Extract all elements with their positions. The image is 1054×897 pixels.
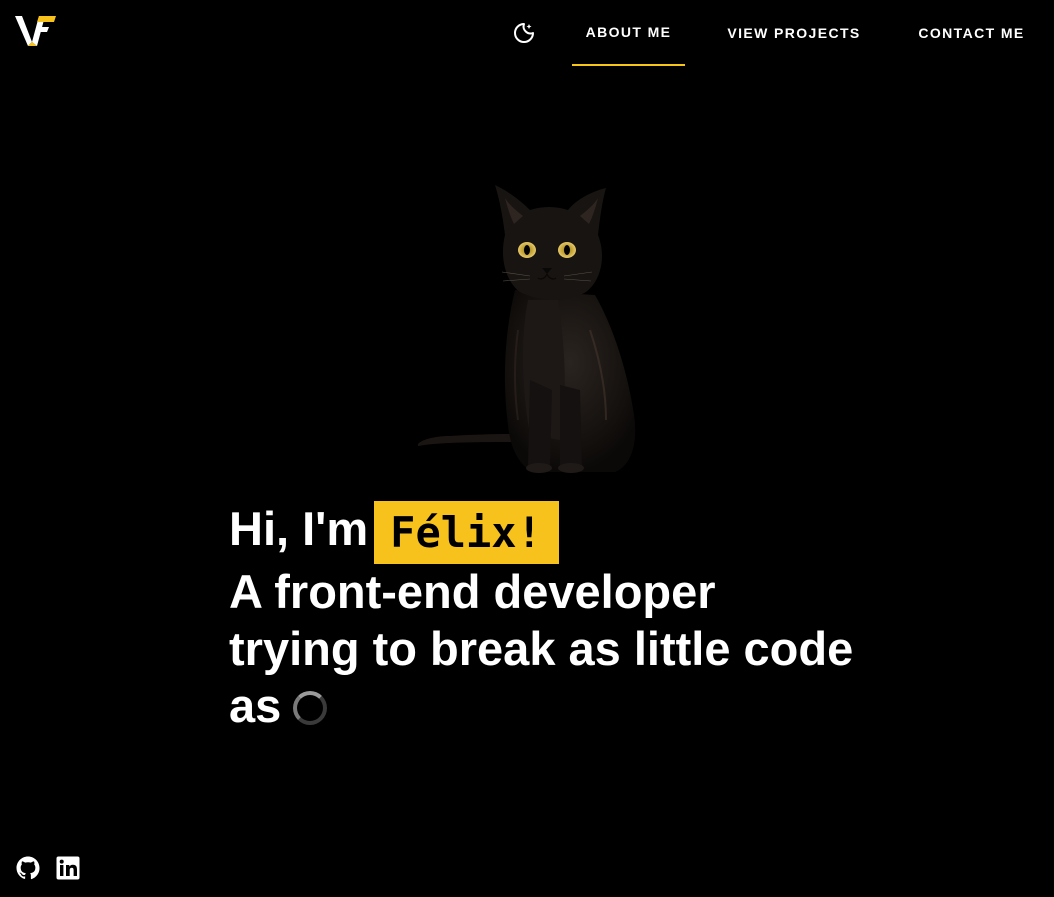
nav-view-projects[interactable]: VIEW PROJECTS <box>715 0 873 66</box>
github-icon[interactable] <box>16 856 40 882</box>
social-links <box>16 856 80 882</box>
hero-line-4-text: as <box>229 679 282 732</box>
hero-name-highlight: Félix! <box>374 501 559 564</box>
hero-heading: Hi, I'm Félix! A front-end developer tryi… <box>229 500 854 734</box>
logo-icon[interactable] <box>15 14 57 48</box>
nav-about-me[interactable]: ABOUT ME <box>572 0 685 66</box>
hero-line-2: A front-end developer <box>229 565 716 618</box>
linkedin-icon[interactable] <box>56 856 80 882</box>
moon-icon[interactable] <box>512 21 536 45</box>
nav-contact-me[interactable]: CONTACT ME <box>905 0 1038 66</box>
spinner-icon <box>293 690 328 725</box>
nav-contact-me-label: CONTACT ME <box>918 25 1025 41</box>
nav-about-me-label: ABOUT ME <box>585 24 672 40</box>
hero-line-greeting: Hi, I'm Félix! <box>229 500 849 564</box>
page: ABOUT ME VIEW PROJECTS CONTACT ME Hi, I'… <box>0 0 1054 897</box>
hero-line-3: trying to break as little code <box>229 622 854 675</box>
nav-view-projects-label: VIEW PROJECTS <box>727 25 861 41</box>
hero-greeting: Hi, I'm <box>229 502 369 555</box>
cat-image <box>410 180 650 480</box>
hero-line-4: as <box>229 677 849 734</box>
